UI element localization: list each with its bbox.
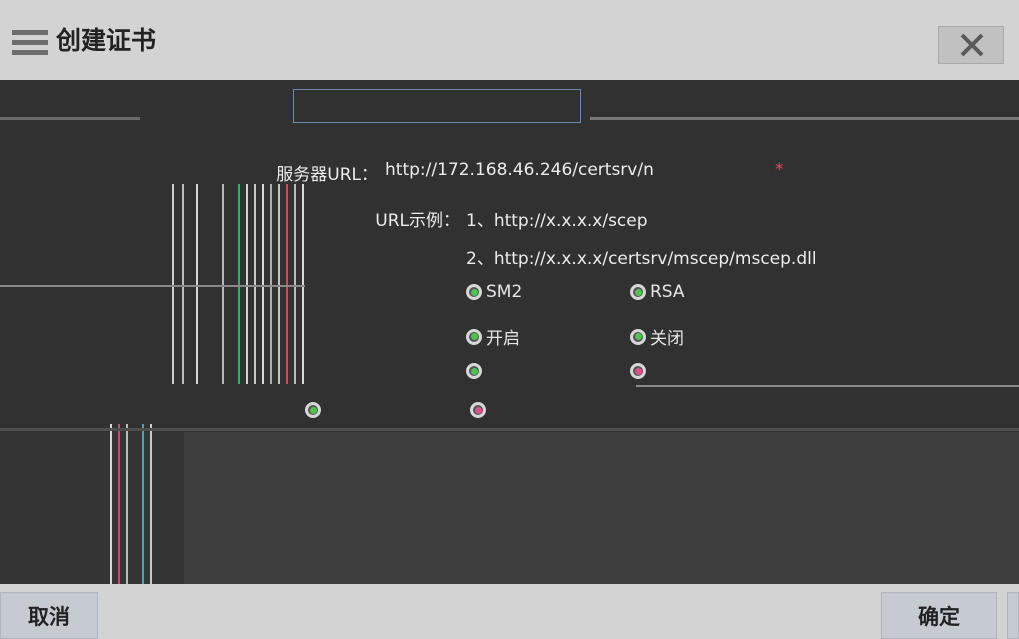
extra-button-edge[interactable] xyxy=(1007,592,1019,639)
url-example-label: URL示例： xyxy=(375,211,460,231)
glitch-bar xyxy=(238,184,240,384)
glitch-bar xyxy=(222,184,224,384)
glitch-bar xyxy=(142,424,144,584)
glitch-bar xyxy=(172,184,174,384)
glitch-line xyxy=(0,285,305,287)
radio-option-row4-a[interactable] xyxy=(305,402,325,418)
form-panel: 服务器URL： http://172.168.46.246/certsrv/n … xyxy=(0,80,1019,584)
glitch-bar xyxy=(270,184,272,384)
title-bar: 创建证书 xyxy=(0,0,1019,80)
glitch-line xyxy=(636,385,1019,387)
glitch-bar xyxy=(182,184,184,384)
dialog-title: 创建证书 xyxy=(56,26,157,55)
menu-icon[interactable] xyxy=(12,30,48,56)
radio-option-row3-a[interactable] xyxy=(466,363,486,379)
close-button[interactable] xyxy=(938,26,1004,64)
lower-content-area xyxy=(184,432,1019,584)
glitch-bar xyxy=(254,184,256,384)
radio-icon xyxy=(466,363,482,379)
close-icon xyxy=(960,33,984,57)
radio-option-enable[interactable]: 开启 xyxy=(466,324,520,349)
server-url-label: 服务器URL： xyxy=(276,165,378,185)
radio-selected-icon xyxy=(466,284,482,300)
glitch-bar xyxy=(294,184,296,384)
radio-option-rsa[interactable]: RSA xyxy=(630,282,685,302)
lower-left-area xyxy=(0,432,184,584)
glitch-bar xyxy=(150,424,152,584)
radio-option-row3-b[interactable] xyxy=(630,363,650,379)
radio-icon xyxy=(630,328,646,345)
radio-icon xyxy=(305,402,321,418)
url-example-2: 2、http://x.x.x.x/certsrv/mscep/mscep.dll xyxy=(466,249,817,269)
glitch-bar xyxy=(302,184,304,384)
radio-label: RSA xyxy=(650,282,685,302)
radio-label: 关闭 xyxy=(650,329,684,349)
required-mark: * xyxy=(775,160,784,180)
glitch-bar xyxy=(262,184,264,384)
glitch-bar xyxy=(126,424,128,584)
glitch-bar xyxy=(118,424,120,584)
url-example-1: 1、http://x.x.x.x/scep xyxy=(466,211,648,231)
radio-option-sm2[interactable]: SM2 xyxy=(466,282,522,302)
glitch-line xyxy=(590,117,1019,120)
create-certificate-dialog: 创建证书 服务器URL： http://172.168.46.246/certs… xyxy=(0,0,1019,639)
radio-selected-icon xyxy=(466,328,482,345)
cancel-button[interactable]: 取消 xyxy=(0,592,98,639)
text-input-box[interactable] xyxy=(293,89,581,123)
radio-icon xyxy=(470,402,486,418)
radio-option-disable[interactable]: 关闭 xyxy=(630,324,684,349)
radio-option-row4-b[interactable] xyxy=(470,402,490,418)
glitch-line xyxy=(0,117,140,120)
glitch-bar xyxy=(110,424,112,584)
glitch-bar xyxy=(196,184,198,384)
glitch-bar xyxy=(246,184,248,384)
action-bar: 取消 确定 xyxy=(0,584,1019,639)
radio-label: 开启 xyxy=(486,329,520,349)
glitch-bar xyxy=(286,184,288,384)
radio-icon xyxy=(630,284,646,300)
confirm-button[interactable]: 确定 xyxy=(881,592,997,639)
server-url-value[interactable]: http://172.168.46.246/certsrv/n xyxy=(385,160,654,180)
glitch-line xyxy=(0,428,1019,431)
radio-icon xyxy=(630,363,646,379)
radio-label: SM2 xyxy=(486,282,523,302)
glitch-bar xyxy=(278,184,280,384)
